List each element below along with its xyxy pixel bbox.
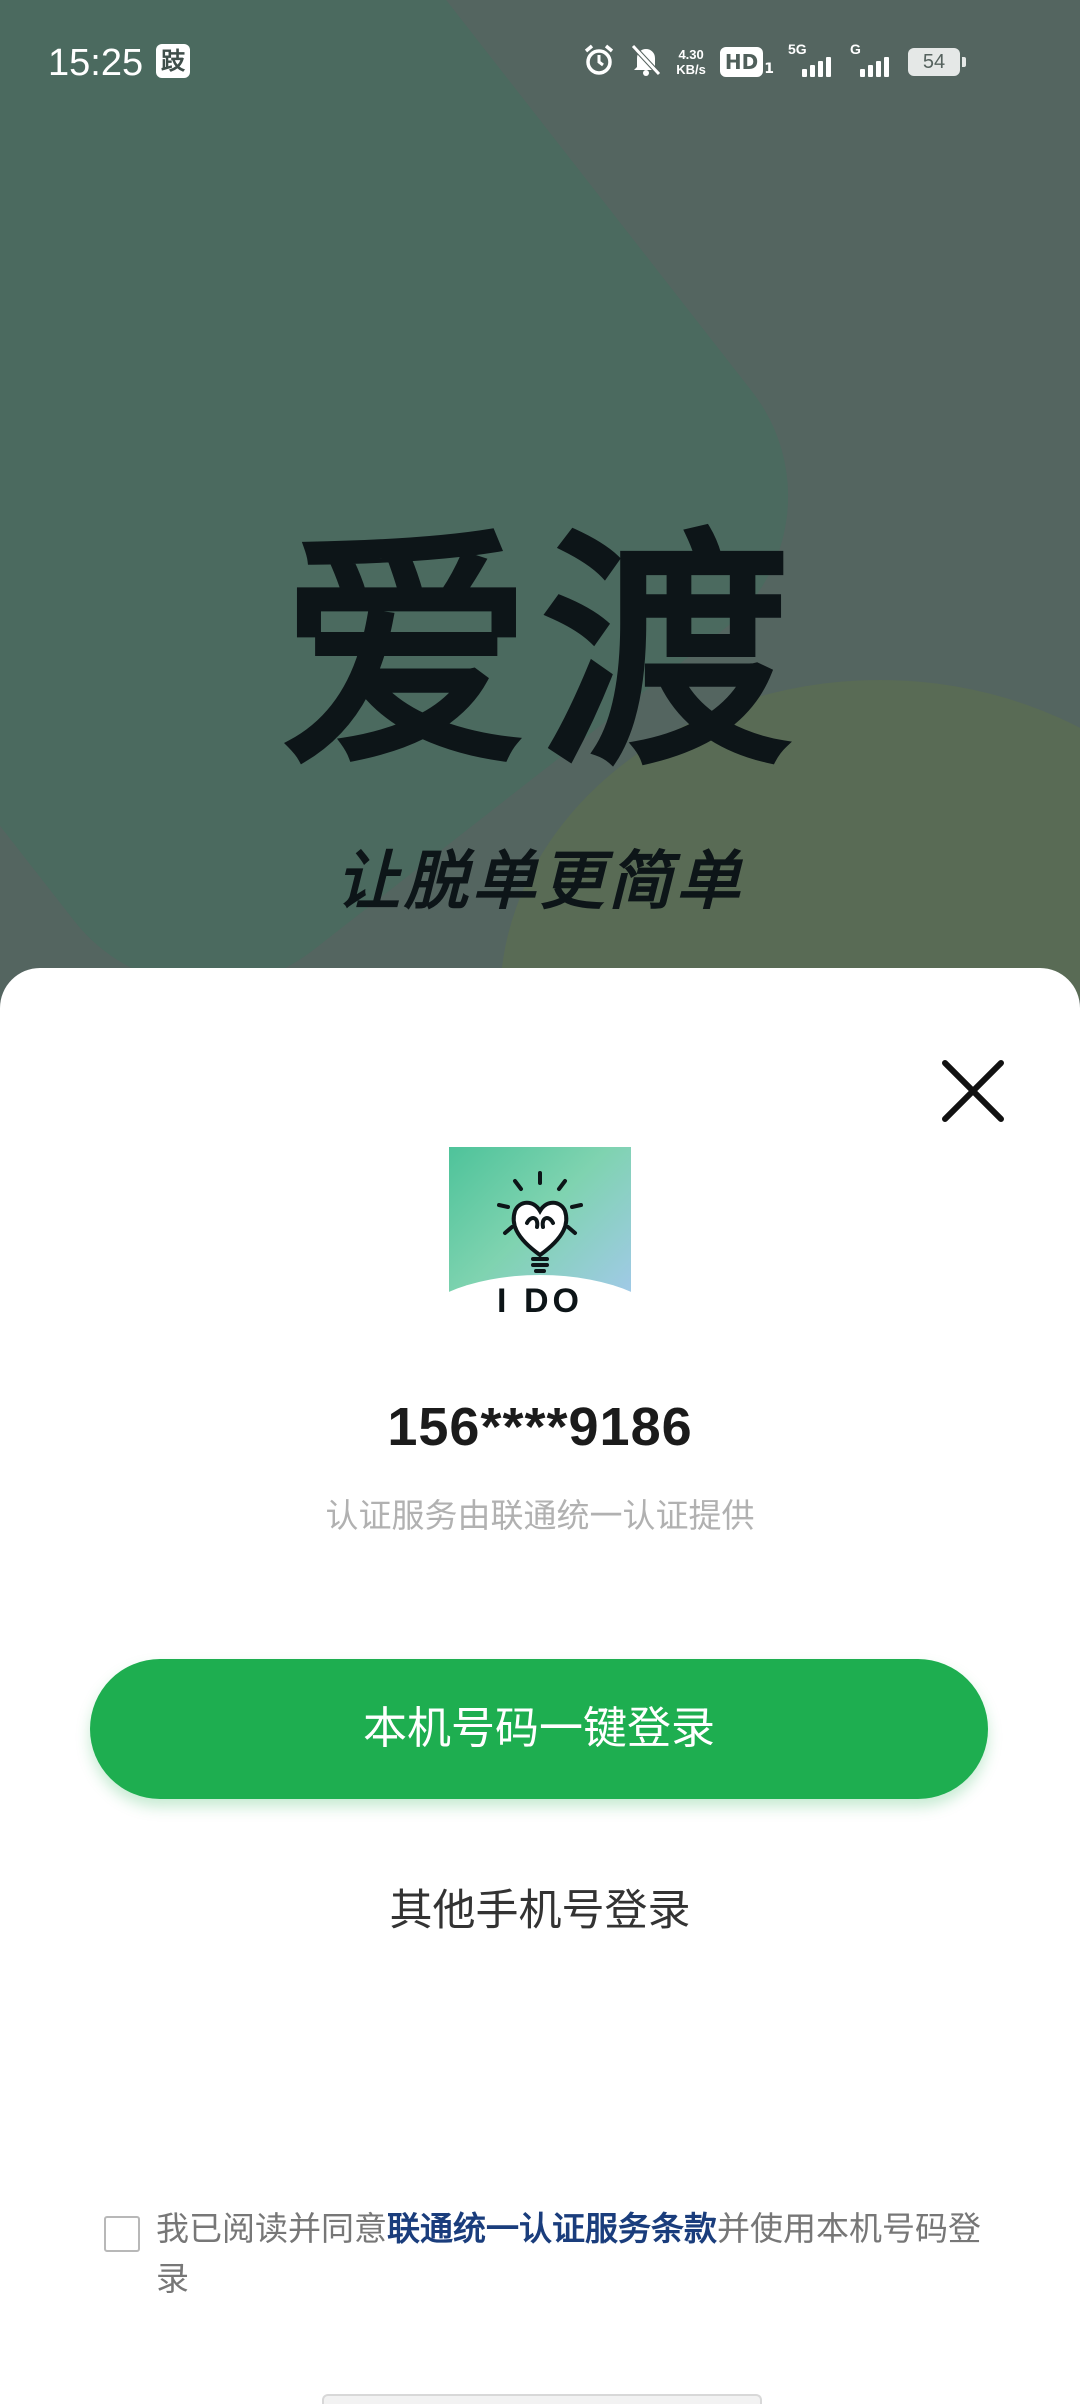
lightbulb-heart-icon [497,1171,583,1273]
home-indicator[interactable] [322,2394,762,2404]
network-speed-value: 4.30 [678,47,704,62]
one-click-login-button[interactable]: 本机号码一键登录 [90,1659,988,1799]
battery-icon: 54 [908,48,966,76]
mute-bell-icon [630,43,662,81]
status-icons: 4.30 KB/s HD 1 5G G 54 [582,40,966,84]
network-speed-unit: KB/s [676,62,706,77]
agreement-text: 我已阅读并同意联通统一认证服务条款并使用本机号码登录 [156,2204,996,2304]
signal-bar [868,65,873,77]
masked-phone-number: 156****9186 [387,1397,693,1457]
splash-background: 爱渡 让脱单更简单 [0,0,1080,1000]
logo-text: I DO [497,1282,583,1320]
status-time: 15:25 [48,42,144,84]
close-button[interactable] [928,1046,1018,1136]
signal-bar [818,61,823,77]
auth-provider-text: 认证服务由联通统一认证提供 [325,1496,755,1535]
agreement-checkbox[interactable] [104,2216,140,2252]
status-bar: 15:25 跂 4.30 KB/s HD 1 5G G 54 [0,0,1080,128]
signal-bar [860,69,865,77]
network-speed: 4.30 KB/s [676,47,706,77]
other-phone-login-link[interactable]: 其他手机号登录 [290,1876,790,1946]
close-icon [942,1060,1004,1122]
signal-bar [876,61,881,77]
app-logo: I DO [449,1147,631,1321]
signal-g-icon: G [850,41,894,77]
brand-title: 爱渡 [279,508,800,801]
hd-voice-indicator: HD 1 [719,47,774,77]
signal-5g-label: 5G [788,41,807,57]
brand-slogan: 让脱单更简单 [336,845,744,919]
notification-app-icon: 跂 [156,44,190,78]
terms-link[interactable]: 联通统一认证服务条款 [387,2209,717,2248]
hd-label: HD [719,47,764,77]
signal-5g-icon: 5G [788,41,836,77]
signal-bar [802,69,807,77]
battery-level: 54 [922,51,946,73]
signal-bar [810,65,815,77]
agreement-prefix: 我已阅读并同意 [156,2209,387,2248]
alarm-icon [582,43,616,81]
signal-bar [826,57,831,77]
signal-g-label: G [850,41,861,57]
sim1-index: 1 [764,61,774,77]
signal-bar [884,57,889,77]
